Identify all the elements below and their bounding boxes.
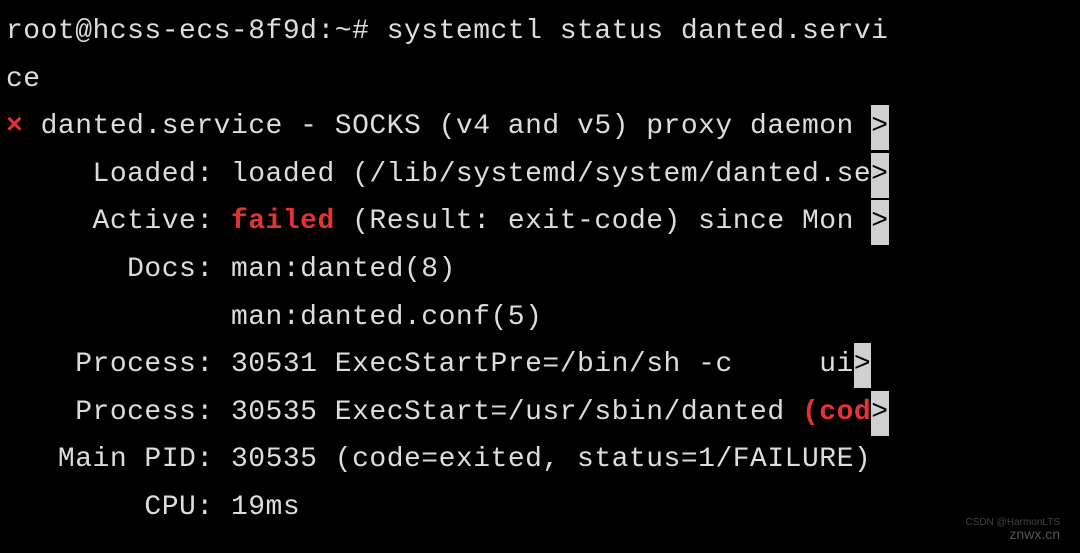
cpu-line: CPU: 19ms bbox=[6, 484, 1074, 532]
truncation-marker: > bbox=[871, 200, 888, 245]
process-line-2: Process: 30535 ExecStart=/usr/sbin/dante… bbox=[6, 389, 1074, 437]
cpu-label: CPU: bbox=[144, 492, 213, 523]
prompt-line-1: root@hcss-ecs-8f9d:~# systemctl status d… bbox=[6, 8, 1074, 56]
loaded-label: Loaded: bbox=[93, 159, 214, 190]
truncation-marker: > bbox=[871, 391, 888, 436]
process-line-1: Process: 30531 ExecStartPre=/bin/sh -c u… bbox=[6, 341, 1074, 389]
prompt-line-2: ce bbox=[6, 56, 1074, 104]
docs-value-1: man:danted(8) bbox=[231, 254, 456, 285]
mainpid-value: 30535 (code=exited, status=1/FAILURE) bbox=[231, 444, 871, 475]
truncation-marker: > bbox=[871, 105, 888, 150]
active-label: Active: bbox=[93, 206, 214, 237]
process1-cmd: ExecStartPre=/bin/sh -c ui bbox=[335, 349, 854, 380]
unit-line: × danted.service - SOCKS (v4 and v5) pro… bbox=[6, 103, 1074, 151]
docs-value-2: man:danted.conf(5) bbox=[231, 302, 542, 333]
loaded-line: Loaded: loaded (/lib/systemd/system/dant… bbox=[6, 151, 1074, 199]
mainpid-label: Main PID: bbox=[58, 444, 214, 475]
process2-cmd: ExecStart=/usr/sbin/danted bbox=[335, 397, 785, 428]
prompt-user-host: root@hcss-ecs-8f9d bbox=[6, 16, 317, 47]
process2-code: (cod bbox=[802, 397, 871, 428]
process1-pid: 30531 bbox=[231, 349, 318, 380]
loaded-value: loaded (/lib/systemd/system/danted.se bbox=[231, 159, 871, 190]
docs-label: Docs: bbox=[127, 254, 214, 285]
truncation-marker: > bbox=[871, 153, 888, 198]
status-bullet: × bbox=[6, 111, 23, 142]
prompt-symbol: # bbox=[352, 16, 369, 47]
docs-line-2: man:danted.conf(5) bbox=[6, 294, 1074, 342]
cpu-value: 19ms bbox=[231, 492, 300, 523]
docs-line-1: Docs: man:danted(8) bbox=[6, 246, 1074, 294]
process2-label: Process: bbox=[75, 397, 213, 428]
active-line: Active: failed (Result: exit-code) since… bbox=[6, 198, 1074, 246]
active-result: (Result: exit-code) since Mon bbox=[352, 206, 854, 237]
process1-label: Process: bbox=[75, 349, 213, 380]
watermark-znwx: znwx.cn bbox=[1009, 523, 1060, 547]
unit-description: danted.service - SOCKS (v4 and v5) proxy… bbox=[41, 111, 854, 142]
mainpid-line: Main PID: 30535 (code=exited, status=1/F… bbox=[6, 436, 1074, 484]
command-text: systemctl status danted.servi bbox=[387, 16, 889, 47]
prompt-cwd: ~ bbox=[335, 16, 352, 47]
active-status: failed bbox=[231, 206, 335, 237]
process2-pid: 30535 bbox=[231, 397, 318, 428]
truncation-marker: > bbox=[854, 343, 871, 388]
command-wrap: ce bbox=[6, 64, 41, 95]
